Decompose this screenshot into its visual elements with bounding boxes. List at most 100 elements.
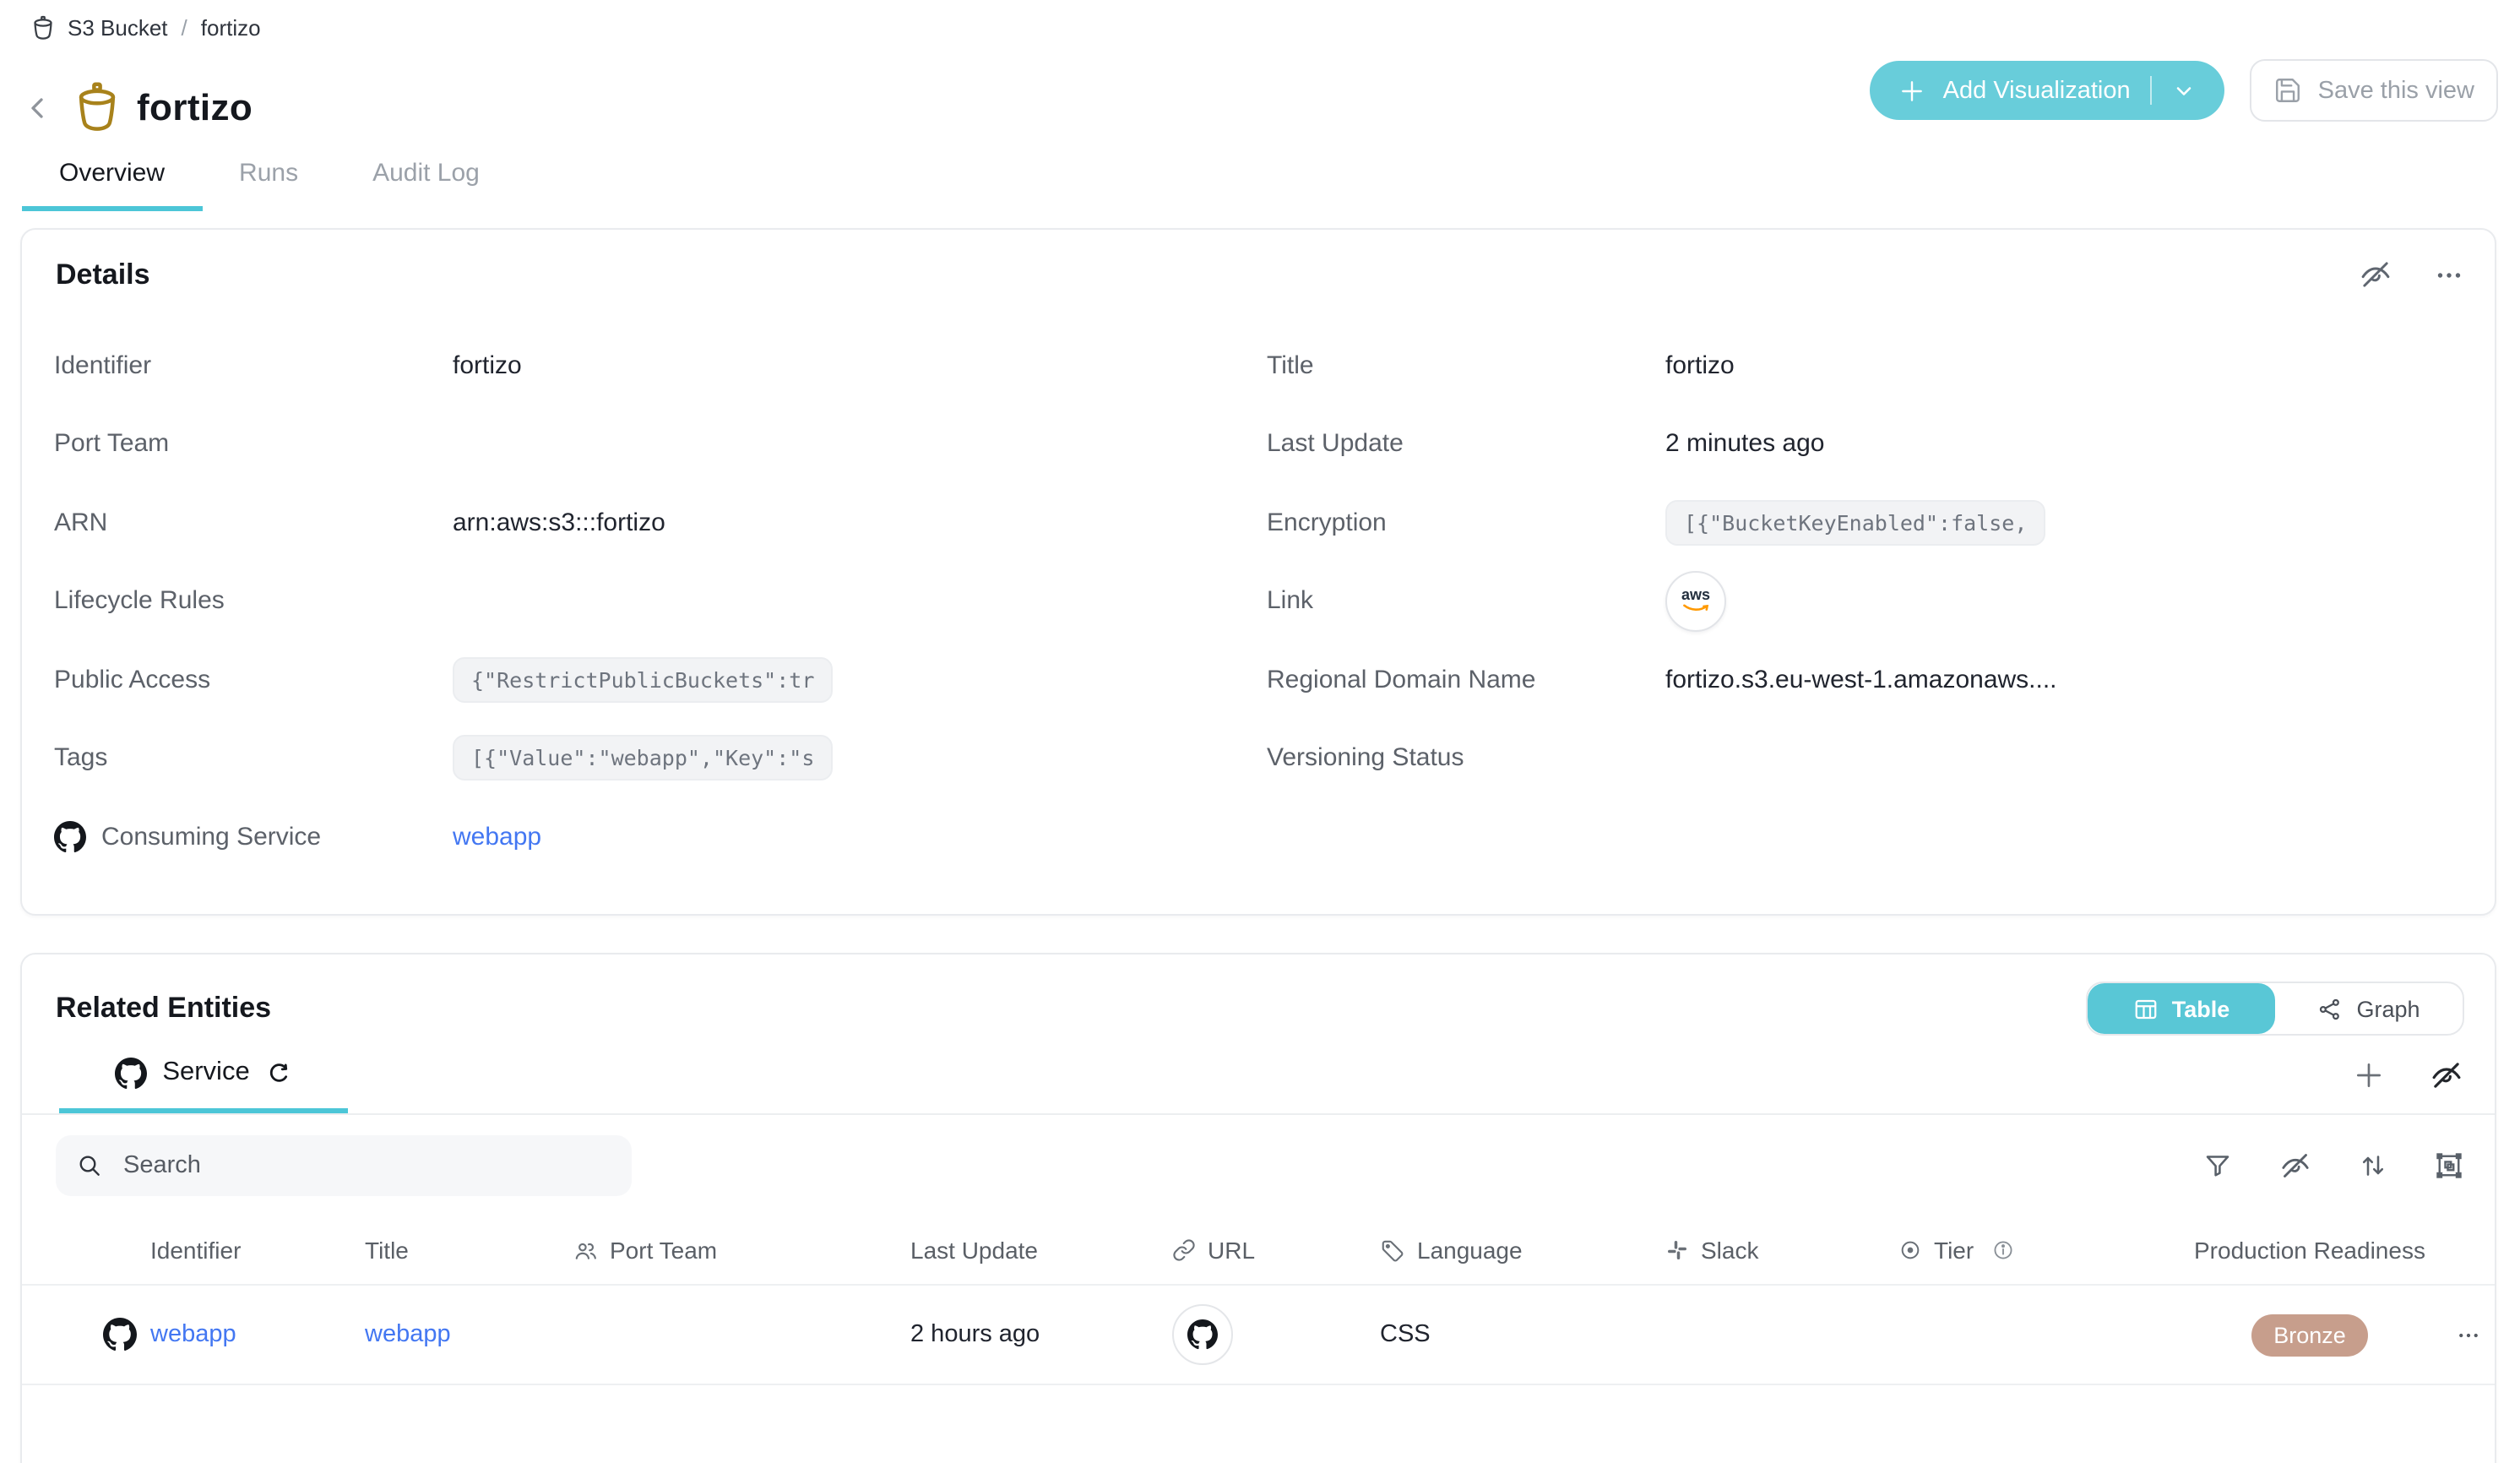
tab-runs[interactable]: Runs xyxy=(202,144,335,211)
team-icon xyxy=(573,1237,598,1263)
filter-icon[interactable] xyxy=(2202,1150,2233,1181)
field-label: Public Access xyxy=(54,666,453,694)
hide-empty-columns-icon[interactable] xyxy=(2429,1058,2464,1093)
breadcrumb: S3 Bucket / fortizo xyxy=(30,15,261,41)
field-tags: Tags [{"Value":"webapp","Key":"s xyxy=(54,719,1258,797)
row-identifier-link[interactable]: webapp xyxy=(150,1321,236,1348)
column-slack[interactable]: Slack xyxy=(1665,1237,1898,1264)
button-divider xyxy=(2151,76,2153,105)
column-title[interactable]: Title xyxy=(365,1237,573,1264)
field-versioning-status: Versioning Status xyxy=(1267,719,2495,797)
save-view-button[interactable]: Save this view xyxy=(2251,59,2498,122)
related-tab-bar: Service xyxy=(22,1037,2495,1115)
table-icon xyxy=(2133,996,2159,1021)
info-icon[interactable] xyxy=(1990,1238,2014,1262)
row-last-update: 2 hours ago xyxy=(910,1321,1172,1348)
graph-icon xyxy=(2317,996,2343,1021)
breadcrumb-type[interactable]: S3 Bucket xyxy=(68,15,168,41)
column-production-readiness[interactable]: Production Readiness xyxy=(2179,1237,2441,1264)
column-language[interactable]: Language xyxy=(1380,1237,1665,1264)
field-label: ARN xyxy=(54,509,453,537)
production-readiness-badge: Bronze xyxy=(2251,1313,2368,1356)
column-identifier[interactable]: Identifier xyxy=(150,1237,365,1264)
row-title-link[interactable]: webapp xyxy=(365,1321,451,1348)
field-value: arn:aws:s3:::fortizo xyxy=(453,509,665,537)
field-label: Consuming Service xyxy=(101,823,321,851)
header-actions: Add Visualization Save this view xyxy=(1871,59,2498,122)
relation-direction-icon xyxy=(265,1059,292,1086)
field-regional-domain-name: Regional Domain Name fortizo.s3.eu-west-… xyxy=(1267,640,2495,719)
column-tier[interactable]: Tier xyxy=(1898,1237,2179,1264)
tab-service[interactable]: Service xyxy=(59,1037,348,1113)
chevron-left-icon xyxy=(20,90,54,124)
details-title: Details xyxy=(56,258,150,291)
row-url-github-icon[interactable] xyxy=(1172,1304,1233,1365)
chevron-down-icon xyxy=(2173,79,2197,102)
field-value: fortizo xyxy=(453,351,522,380)
json-value-chip[interactable]: [{"Value":"webapp","Key":"s xyxy=(453,736,833,781)
search-box[interactable] xyxy=(56,1135,632,1196)
consuming-service-link[interactable]: webapp xyxy=(453,823,541,851)
graph-view-button[interactable]: Graph xyxy=(2275,983,2463,1034)
field-label: Link xyxy=(1267,587,1665,616)
json-value-chip[interactable]: {"RestrictPublicBuckets":tr xyxy=(453,657,833,703)
field-label: Tags xyxy=(54,744,453,773)
field-link: Link aws xyxy=(1267,562,2495,640)
tab-audit-log[interactable]: Audit Log xyxy=(335,144,517,211)
details-card-header: Details xyxy=(22,230,2495,292)
row-menu-icon[interactable] xyxy=(2455,1322,2480,1347)
field-encryption: Encryption [{"BucketKeyEnabled":false, xyxy=(1267,483,2495,562)
add-visualization-label: Add Visualization xyxy=(1943,77,2131,104)
tab-service-label: Service xyxy=(162,1058,249,1088)
view-toggle: Table Graph xyxy=(2086,982,2464,1036)
column-url[interactable]: URL xyxy=(1172,1237,1380,1264)
field-consuming-service: Consuming Service webapp xyxy=(54,797,1258,876)
page-header: fortizo xyxy=(17,61,253,155)
field-label: Lifecycle Rules xyxy=(54,587,453,616)
group-by-icon[interactable] xyxy=(2434,1150,2464,1181)
details-menu-icon[interactable] xyxy=(2434,259,2464,290)
page-title: fortizo xyxy=(137,85,253,129)
link-icon xyxy=(1172,1238,1196,1262)
save-icon xyxy=(2274,76,2303,105)
table-view-button[interactable]: Table xyxy=(2088,983,2275,1034)
target-icon xyxy=(1898,1238,1922,1262)
row-language: CSS xyxy=(1380,1321,1665,1348)
search-icon xyxy=(76,1152,103,1179)
field-lifecycle-rules: Lifecycle Rules xyxy=(54,562,1258,640)
table-header-row: Identifier Title Port Team Last Update xyxy=(22,1216,2495,1286)
add-visualization-button[interactable]: Add Visualization xyxy=(1871,61,2225,120)
field-identifier: Identifier fortizo xyxy=(54,326,1258,405)
field-value: fortizo xyxy=(1665,351,1735,380)
field-arn: ARN arn:aws:s3:::fortizo xyxy=(54,483,1258,562)
related-entities-card: Related Entities Table Graph xyxy=(20,953,2496,1463)
tab-overview[interactable]: Overview xyxy=(22,144,202,211)
tag-icon xyxy=(1380,1237,1405,1263)
json-value-chip[interactable]: [{"BucketKeyEnabled":false, xyxy=(1665,500,2045,546)
table-row[interactable]: webapp webapp 2 hours ago CSS Bronze xyxy=(22,1286,2495,1385)
slack-icon xyxy=(1665,1238,1689,1262)
entity-page: S3 Bucket / fortizo fortizo Add Visualiz… xyxy=(0,0,2520,1463)
column-last-update[interactable]: Last Update xyxy=(910,1237,1172,1264)
back-button[interactable] xyxy=(17,87,57,128)
related-card-header: Related Entities Table Graph xyxy=(22,954,2495,1036)
add-related-entity-icon[interactable] xyxy=(2353,1059,2385,1091)
field-last-update: Last Update 2 minutes ago xyxy=(1267,405,2495,483)
field-port-team: Port Team xyxy=(54,405,1258,483)
breadcrumb-current: fortizo xyxy=(201,15,261,41)
bucket-icon xyxy=(30,15,56,41)
aws-link-icon[interactable]: aws xyxy=(1665,571,1726,632)
hide-columns-icon[interactable] xyxy=(2278,1149,2312,1183)
search-input[interactable] xyxy=(120,1150,611,1181)
field-label: Regional Domain Name xyxy=(1267,666,1665,694)
github-icon xyxy=(115,1057,147,1089)
breadcrumb-separator: / xyxy=(180,15,189,41)
github-icon xyxy=(103,1318,137,1352)
field-value: 2 minutes ago xyxy=(1665,430,1824,459)
sort-icon[interactable] xyxy=(2358,1150,2388,1181)
column-port-team[interactable]: Port Team xyxy=(573,1237,910,1264)
field-label: Encryption xyxy=(1267,509,1665,537)
field-public-access: Public Access {"RestrictPublicBuckets":t… xyxy=(54,640,1258,719)
field-label: Identifier xyxy=(54,351,453,380)
hide-empty-values-icon[interactable] xyxy=(2358,257,2393,292)
